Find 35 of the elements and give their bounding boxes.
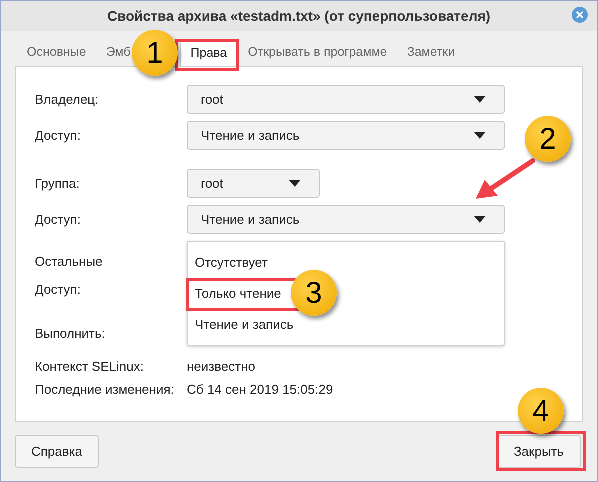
close-icon bbox=[576, 11, 584, 19]
field-label: Выполнить: bbox=[35, 325, 106, 344]
menu-item[interactable]: Отсутствует bbox=[188, 247, 275, 278]
dropdown[interactable]: Чтение и запись bbox=[187, 121, 505, 150]
field-label: Доступ: bbox=[35, 126, 82, 145]
dropdown-value: Чтение и запись bbox=[201, 126, 300, 145]
caret-icon bbox=[474, 96, 486, 103]
field-value: неизвестно bbox=[187, 358, 256, 376]
dropdown[interactable]: Чтение и запись bbox=[187, 205, 505, 234]
pointer-arrow bbox=[476, 158, 536, 199]
caret-icon bbox=[289, 180, 301, 187]
field-label: Доступ: bbox=[35, 281, 82, 300]
caret-icon bbox=[474, 216, 486, 223]
tab[interactable]: Открывать в программе bbox=[248, 39, 388, 66]
caret-icon bbox=[474, 132, 486, 139]
field-value: Сб 14 сен 2019 15:05:29 bbox=[187, 381, 334, 400]
field-label: Последние изменения: bbox=[35, 381, 176, 400]
field-label: Контекст SELinux: bbox=[35, 358, 145, 376]
dropdown[interactable]: root bbox=[187, 85, 505, 114]
help-button[interactable]: Справка bbox=[15, 435, 99, 468]
close-dialog-button[interactable]: Закрыть bbox=[497, 435, 581, 468]
window-title: Свойства архива «testadm.txt» (от суперпользователя) bbox=[107, 6, 491, 26]
field-label: Владелец: bbox=[35, 90, 100, 109]
field-label: Остальные bbox=[35, 253, 104, 272]
menu-item[interactable]: Только чтение bbox=[188, 278, 288, 309]
dropdown[interactable]: root bbox=[187, 169, 320, 198]
dropdown-value: root bbox=[201, 90, 224, 109]
tab[interactable]: Основные bbox=[27, 39, 86, 66]
tab[interactable]: Эмб bbox=[106, 39, 131, 66]
dropdown-value: root bbox=[201, 174, 224, 193]
tab[interactable]: Заметки bbox=[407, 39, 456, 66]
close-button[interactable] bbox=[572, 7, 588, 23]
field-label: Доступ: bbox=[35, 210, 82, 229]
dropdown-value: Чтение и запись bbox=[201, 210, 300, 229]
field-label: Группа: bbox=[35, 174, 81, 193]
